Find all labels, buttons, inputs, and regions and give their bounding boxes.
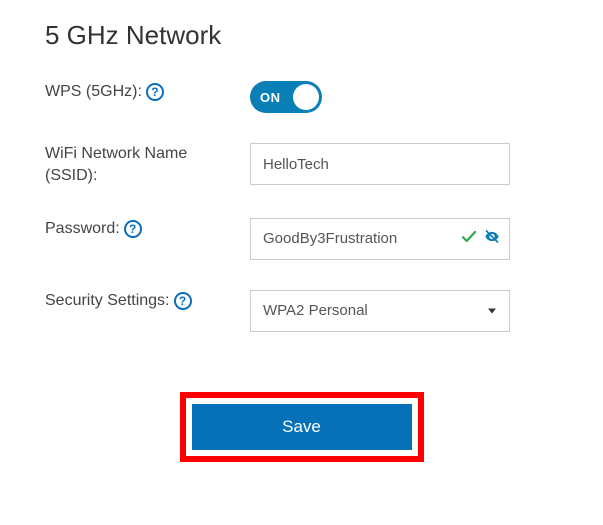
page-title: 5 GHz Network bbox=[45, 20, 558, 51]
help-icon[interactable]: ? bbox=[146, 83, 164, 101]
save-highlight-box: Save bbox=[180, 392, 424, 462]
help-icon[interactable]: ? bbox=[124, 220, 142, 238]
security-row: Security Settings: ? WPA2 Personal bbox=[45, 290, 558, 332]
ssid-label-line1: WiFi Network Name bbox=[45, 143, 187, 165]
eye-hidden-icon[interactable] bbox=[482, 228, 502, 249]
security-label-col: Security Settings: ? bbox=[45, 290, 250, 312]
ssid-input[interactable] bbox=[250, 143, 510, 185]
password-row: Password: ? bbox=[45, 218, 558, 260]
toggle-knob bbox=[293, 84, 319, 110]
ssid-label-line2: (SSID): bbox=[45, 165, 97, 187]
security-label: Security Settings: bbox=[45, 290, 170, 312]
password-label: Password: bbox=[45, 218, 120, 240]
checkmark-icon bbox=[460, 227, 478, 250]
wps-label-col: WPS (5GHz): ? bbox=[45, 81, 250, 103]
ssid-row: WiFi Network Name (SSID): bbox=[45, 143, 558, 188]
save-button[interactable]: Save bbox=[192, 404, 412, 450]
ssid-field bbox=[250, 143, 558, 185]
ssid-label-col: WiFi Network Name (SSID): bbox=[45, 143, 250, 188]
wps-toggle-label: ON bbox=[260, 90, 281, 105]
help-icon[interactable]: ? bbox=[174, 292, 192, 310]
wps-row: WPS (5GHz): ? ON bbox=[45, 81, 558, 113]
wps-label: WPS (5GHz): bbox=[45, 81, 142, 103]
password-label-col: Password: ? bbox=[45, 218, 250, 240]
security-select[interactable]: WPA2 Personal bbox=[250, 290, 510, 332]
button-area: Save bbox=[45, 392, 558, 462]
password-field bbox=[250, 218, 558, 260]
wps-field: ON bbox=[250, 81, 558, 113]
security-field: WPA2 Personal bbox=[250, 290, 558, 332]
wps-toggle[interactable]: ON bbox=[250, 81, 322, 113]
password-status-icons bbox=[460, 227, 502, 250]
